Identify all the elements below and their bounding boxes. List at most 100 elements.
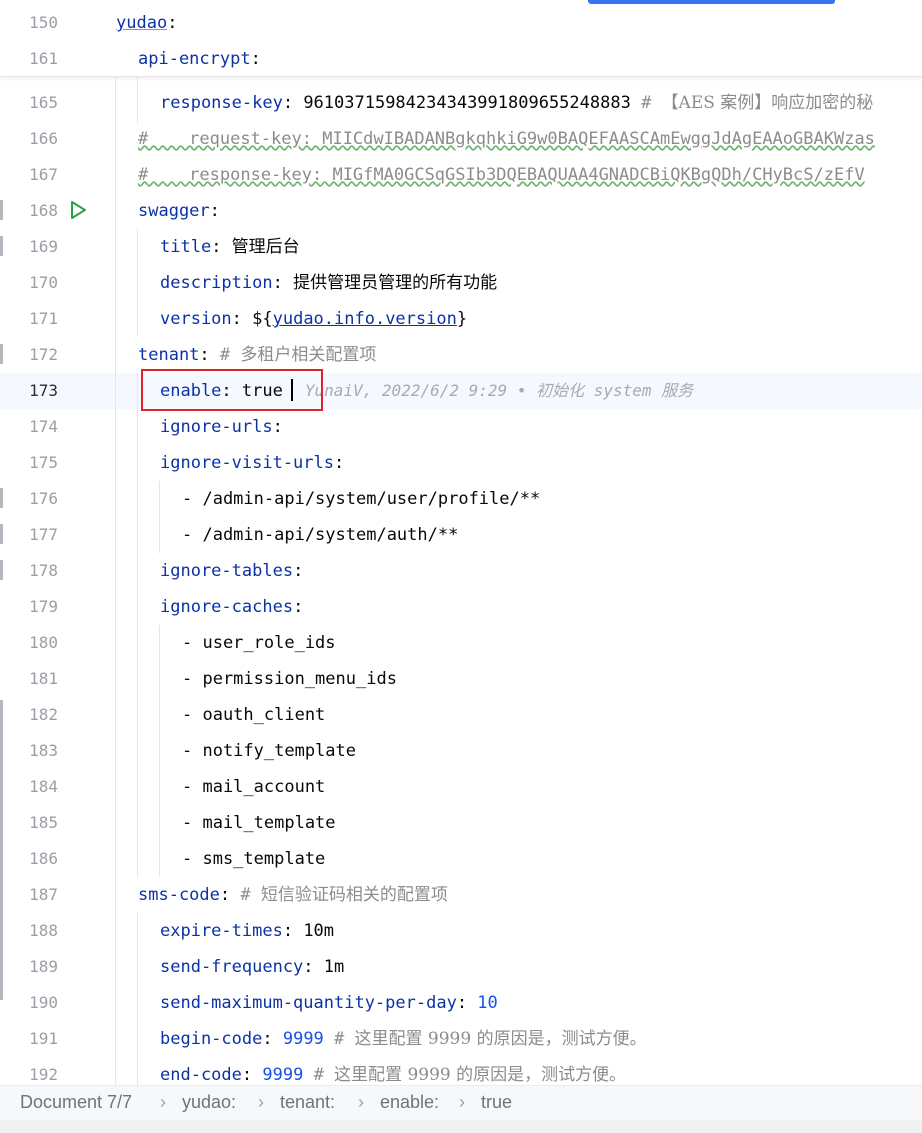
code-text[interactable]: - mail_template [182, 805, 922, 841]
breadcrumb-tenant[interactable]: tenant: [280, 1092, 335, 1113]
code-text[interactable]: send-frequency: 1m [160, 949, 922, 985]
line-number[interactable]: 185 [0, 805, 58, 841]
code-text[interactable]: - notify_template [182, 733, 922, 769]
code-line[interactable]: 190 send-maximum-quantity-per-day: 10 [0, 985, 922, 1021]
line-number[interactable]: 191 [0, 1021, 58, 1057]
code-line[interactable]: 178 ignore-tables: [0, 553, 922, 589]
code-line[interactable]: 168 swagger: [0, 193, 922, 229]
code-line[interactable]: 188 expire-times: 10m [0, 913, 922, 949]
sticky-scroll-header[interactable]: 150 yudao: 161 api-encrypt: [0, 0, 922, 77]
code-line[interactable]: 182 - oauth_client [0, 697, 922, 733]
breadcrumb-document[interactable]: Document 7/7 [20, 1092, 132, 1113]
line-number[interactable]: 184 [0, 769, 58, 805]
code-text[interactable]: ignore-caches: [160, 589, 922, 625]
code-text[interactable]: end-code: 9999 # 这里配置 9999 的原因是，测试方便。 [160, 1057, 922, 1085]
code-text[interactable]: sms-code: # 短信验证码相关的配置项 [138, 877, 922, 913]
line-number[interactable]: 174 [0, 409, 58, 445]
code-line[interactable]: 192 end-code: 9999 # 这里配置 9999 的原因是，测试方便。 [0, 1057, 922, 1085]
code-text[interactable]: swagger: [138, 193, 922, 229]
code-line[interactable]: 184 - mail_account [0, 769, 922, 805]
code-line[interactable]: 169 title: 管理后台 [0, 229, 922, 265]
code-text[interactable]: # response-key: MIGfMA0GCSqGSIb3DQEBAQUA… [138, 157, 922, 193]
run-icon[interactable] [67, 199, 89, 221]
code-line[interactable]: 171 version: ${yudao.info.version} [0, 301, 922, 337]
line-number[interactable]: 175 [0, 445, 58, 481]
line-number[interactable]: 165 [0, 85, 58, 121]
line-number[interactable]: 176 [0, 481, 58, 517]
line-number[interactable]: 170 [0, 265, 58, 301]
line-number[interactable]: 189 [0, 949, 58, 985]
code-text[interactable]: - permission_menu_ids [182, 661, 922, 697]
code-line[interactable]: 180 - user_role_ids [0, 625, 922, 661]
code-line[interactable]: 185 - mail_template [0, 805, 922, 841]
code-line[interactable]: 166 # request-key: MIICdwIBADANBgkqhkiG9w… [0, 121, 922, 157]
line-number[interactable]: 161 [0, 41, 58, 77]
code-text[interactable]: - sms_template [182, 841, 922, 877]
code-text[interactable]: version: ${yudao.info.version} [160, 301, 922, 337]
line-number[interactable]: 173 [0, 373, 58, 409]
token: : [293, 561, 304, 581]
line-number[interactable]: 182 [0, 697, 58, 733]
line-number[interactable]: 180 [0, 625, 58, 661]
line-number[interactable]: 172 [0, 337, 58, 373]
code-text[interactable]: - mail_account [182, 769, 922, 805]
code-text[interactable]: - oauth_client [182, 697, 922, 733]
code-line[interactable]: 189 send-frequency: 1m [0, 949, 922, 985]
line-number[interactable]: 166 [0, 121, 58, 157]
code-text[interactable]: # request-key: MIICdwIBADANBgkqhkiG9w0BA… [138, 121, 922, 157]
code-text[interactable]: expire-times: 10m [160, 913, 922, 949]
line-number[interactable]: 192 [0, 1057, 58, 1085]
line-number[interactable]: 179 [0, 589, 58, 625]
code-line[interactable]: 187 sms-code: # 短信验证码相关的配置项 [0, 877, 922, 913]
line-number[interactable]: 169 [0, 229, 58, 265]
line-number[interactable]: 181 [0, 661, 58, 697]
code-line[interactable]: 174 ignore-urls: [0, 409, 922, 445]
code-line[interactable]: 186 - sms_template [0, 841, 922, 877]
code-line[interactable]: 172 tenant: # 多租户相关配置项 [0, 337, 922, 373]
code-line[interactable]: 177 - /admin-api/system/auth/** [0, 517, 922, 553]
code-text[interactable]: send-maximum-quantity-per-day: 10 [160, 985, 922, 1021]
code-line[interactable]: 173 enable: true YunaiV, 2022/6/2 9:29 • 初… [0, 373, 922, 409]
breadcrumb-true[interactable]: true [481, 1092, 512, 1113]
code-text[interactable]: description: 提供管理员管理的所有功能 [160, 265, 922, 301]
code-text[interactable]: - /admin-api/system/user/profile/** [182, 481, 922, 517]
line-number[interactable]: 188 [0, 913, 58, 949]
code-line[interactable]: 183 - notify_template [0, 733, 922, 769]
code-line[interactable]: 176 - /admin-api/system/user/profile/** [0, 481, 922, 517]
line-number[interactable]: 183 [0, 733, 58, 769]
code-line[interactable]: 181 - permission_menu_ids [0, 661, 922, 697]
code-text[interactable]: api-encrypt: [138, 41, 922, 77]
code-line[interactable]: 179 ignore-caches: [0, 589, 922, 625]
line-number[interactable]: 177 [0, 517, 58, 553]
code-line[interactable]: 170 description: 提供管理员管理的所有功能 [0, 265, 922, 301]
code-line[interactable]: 161 api-encrypt: [0, 41, 922, 77]
code-text[interactable]: title: 管理后台 [160, 229, 922, 265]
code-line[interactable]: 167 # response-key: MIGfMA0GCSqGSIb3DQEBA… [0, 157, 922, 193]
code-text[interactable]: - /admin-api/system/auth/** [182, 517, 922, 553]
code-text[interactable]: ignore-visit-urls: [160, 445, 922, 481]
breadcrumb-yudao[interactable]: yudao: [182, 1092, 236, 1113]
git-blame-annotation[interactable]: YunaiV, 2022/6/2 9:29 • 初始化 system 服务 [305, 381, 693, 400]
code-editor[interactable]: 150 yudao: 161 api-encrypt: 165 response-key… [0, 0, 922, 1085]
line-number[interactable]: 178 [0, 553, 58, 589]
code-text[interactable]: ignore-tables: [160, 553, 922, 589]
code-text[interactable]: response-key: 96103715984234343991809655… [160, 85, 922, 121]
breadcrumb-enable[interactable]: enable: [380, 1092, 439, 1113]
line-number[interactable]: 168 [0, 193, 58, 229]
code-line[interactable]: 191 begin-code: 9999 # 这里配置 9999 的原因是，测试方… [0, 1021, 922, 1057]
token: : [262, 1029, 283, 1049]
line-number[interactable]: 190 [0, 985, 58, 1021]
code-text[interactable]: begin-code: 9999 # 这里配置 9999 的原因是，测试方便。 [160, 1021, 922, 1057]
code-text[interactable]: ignore-urls: [160, 409, 922, 445]
line-number[interactable]: 187 [0, 877, 58, 913]
code-line[interactable]: 175 ignore-visit-urls: [0, 445, 922, 481]
line-number[interactable]: 167 [0, 157, 58, 193]
line-number[interactable]: 171 [0, 301, 58, 337]
code-text[interactable]: tenant: # 多租户相关配置项 [138, 337, 922, 373]
code-line[interactable]: 150 yudao: [0, 5, 922, 41]
code-line[interactable]: 165 response-key: 96103715984234343991809… [0, 85, 922, 121]
line-number[interactable]: 186 [0, 841, 58, 877]
line-number[interactable]: 150 [0, 5, 58, 41]
code-text[interactable]: yudao: [116, 5, 922, 41]
code-text[interactable]: - user_role_ids [182, 625, 922, 661]
